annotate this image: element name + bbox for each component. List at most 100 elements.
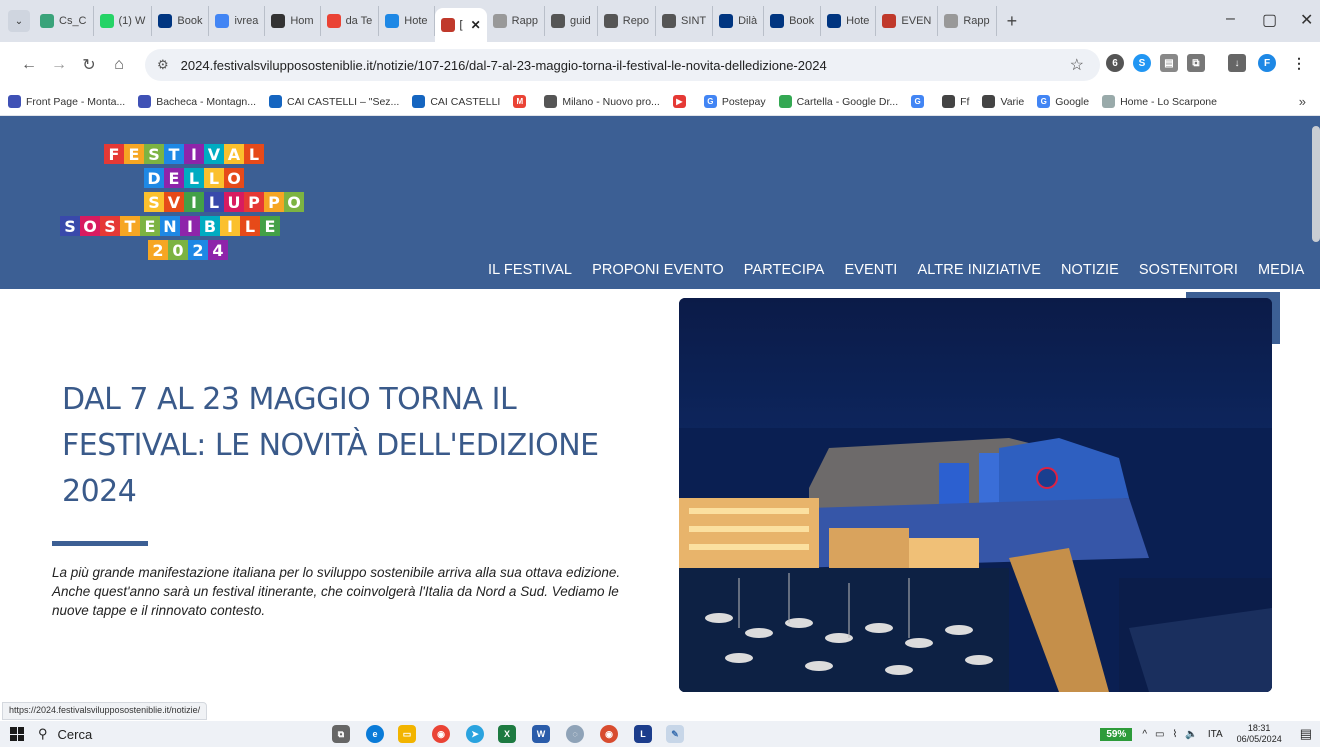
forward-icon[interactable]: → bbox=[44, 56, 74, 74]
reading-list-icon[interactable]: ▤ bbox=[1160, 54, 1178, 72]
bookmark-item[interactable]: Milano - Nuovo pro... bbox=[544, 95, 660, 108]
logo-letter: 4 bbox=[208, 240, 228, 260]
back-icon[interactable]: ← bbox=[14, 56, 44, 74]
bookmark-icon bbox=[269, 95, 283, 108]
battery-indicator[interactable]: 59% bbox=[1100, 727, 1133, 741]
minimize-button[interactable]: – bbox=[1226, 10, 1235, 28]
extension-icon[interactable]: 6 bbox=[1106, 54, 1124, 72]
tab-search-button[interactable]: ⌄ bbox=[8, 10, 30, 32]
logo-row: DELLO bbox=[144, 168, 244, 188]
chrome-icon[interactable]: ◉ bbox=[432, 725, 450, 743]
bookmark-item[interactable]: Front Page - Monta... bbox=[8, 95, 125, 108]
logo-letter: O bbox=[224, 168, 244, 188]
whatsapp-icon[interactable]: ◌ bbox=[566, 725, 584, 743]
language-indicator[interactable]: ITA bbox=[1208, 729, 1223, 740]
clock[interactable]: 18:31 06/05/2024 bbox=[1237, 723, 1282, 745]
close-window-button[interactable]: ✕ bbox=[1300, 10, 1313, 30]
nav-item[interactable]: EVENTI bbox=[844, 262, 897, 278]
bookmark-label: Cartella - Google Dr... bbox=[796, 95, 899, 108]
excel-icon[interactable]: X bbox=[498, 725, 516, 743]
bookmark-icon: G bbox=[1037, 95, 1051, 108]
tab[interactable]: Rapp bbox=[487, 6, 545, 36]
home-icon[interactable]: ⌂ bbox=[104, 56, 134, 74]
bookmark-item[interactable]: Home - Lo Scarpone bbox=[1102, 95, 1217, 108]
bookmark-item[interactable]: CAI CASTELLI bbox=[412, 95, 500, 108]
nav-item[interactable]: ALTRE INIZIATIVE bbox=[917, 262, 1041, 278]
tab[interactable]: Repo bbox=[598, 6, 657, 36]
tab[interactable]: Cs_C bbox=[34, 6, 94, 36]
tray-network-icon[interactable]: ▭ bbox=[1155, 729, 1164, 740]
tab-label: Hote bbox=[404, 15, 428, 27]
bookmark-item[interactable]: Varie bbox=[982, 95, 1024, 108]
tab[interactable]: SINT bbox=[656, 6, 714, 36]
bookmark-item[interactable]: Bacheca - Montagn... bbox=[138, 95, 256, 108]
nav-item[interactable]: IL FESTIVAL bbox=[488, 262, 572, 278]
bookmark-item[interactable]: ▶ bbox=[672, 95, 691, 108]
bookmark-icon bbox=[138, 95, 152, 108]
bookmark-item[interactable]: M bbox=[513, 95, 531, 108]
nav-item[interactable]: MEDIA bbox=[1258, 262, 1304, 278]
menu-icon[interactable]: ⋮ bbox=[1290, 54, 1308, 72]
bookmark-item[interactable]: CAI CASTELLI – "Sez... bbox=[269, 95, 399, 108]
nav-item[interactable]: PROPONI EVENTO bbox=[592, 262, 724, 278]
bookmark-item[interactable]: G Google bbox=[1037, 95, 1089, 108]
booking-icon bbox=[827, 14, 842, 28]
tab[interactable]: Hom bbox=[265, 6, 321, 36]
logo-letter: S bbox=[100, 216, 120, 236]
bookmark-item[interactable]: G bbox=[911, 95, 929, 108]
tray-chevron-icon[interactable]: ^ bbox=[1142, 729, 1147, 740]
start-icon[interactable] bbox=[10, 727, 24, 741]
nav-item[interactable]: SOSTENITORI bbox=[1139, 262, 1238, 278]
paint-icon[interactable]: ✎ bbox=[666, 725, 684, 743]
edge-icon[interactable]: e bbox=[366, 725, 384, 743]
telegram-icon[interactable]: ➤ bbox=[466, 725, 484, 743]
word-icon[interactable]: W bbox=[532, 725, 550, 743]
festival-icon bbox=[882, 14, 897, 28]
app-l-icon[interactable]: L bbox=[634, 725, 652, 743]
tab[interactable]: ivrea bbox=[209, 6, 266, 36]
profile-avatar[interactable]: F bbox=[1258, 54, 1276, 72]
tab-label: (1) W bbox=[118, 15, 146, 27]
tab[interactable]: Dilà bbox=[713, 6, 765, 36]
bookmark-item[interactable]: G Postepay bbox=[703, 95, 766, 108]
nav-item[interactable]: PARTECIPA bbox=[744, 262, 825, 278]
more-bookmarks-icon[interactable]: » bbox=[1299, 94, 1306, 109]
extensions-icon[interactable]: ⧉ bbox=[1187, 54, 1205, 72]
tray-wifi-icon[interactable]: ⌇ bbox=[1172, 729, 1177, 740]
tab[interactable]: guid bbox=[545, 6, 598, 36]
taskbar-search[interactable]: ⚲ Cerca bbox=[38, 726, 92, 742]
task-view-icon[interactable]: ⧉ bbox=[332, 725, 350, 743]
new-tab-button[interactable]: + bbox=[997, 11, 1028, 32]
bookmark-item[interactable]: Cartella - Google Dr... bbox=[778, 95, 899, 108]
tab[interactable]: Book bbox=[152, 6, 210, 36]
bookmark-star-icon[interactable]: ☆ bbox=[1070, 55, 1084, 75]
nav-item[interactable]: NOTIZIE bbox=[1061, 262, 1119, 278]
tab-active[interactable]: [✕ bbox=[434, 8, 487, 42]
skype-icon[interactable]: S bbox=[1133, 54, 1151, 72]
address-bar[interactable]: ⚙ 2024.festivalsviluppososteniblie.it/no… bbox=[145, 49, 1100, 81]
logo-letter: P bbox=[244, 192, 264, 212]
bookmark-item[interactable]: Ff bbox=[942, 95, 969, 108]
hiker-icon bbox=[40, 14, 54, 28]
tab[interactable]: Hote bbox=[379, 6, 435, 36]
festival-logo[interactable]: FESTIVALDELLOSVILUPPOSOSTENIBILE2024 bbox=[60, 144, 320, 279]
logo-letter: U bbox=[224, 192, 244, 212]
tab[interactable]: Book bbox=[764, 6, 822, 36]
tab[interactable]: EVEN bbox=[876, 6, 939, 36]
download-icon[interactable]: ↓ bbox=[1228, 54, 1246, 72]
notifications-icon[interactable]: ▤ bbox=[1300, 726, 1312, 742]
chrome-profile-icon[interactable]: ◉ bbox=[600, 725, 618, 743]
page-scrollbar[interactable] bbox=[1312, 126, 1320, 242]
tab-label: Cs_C bbox=[59, 15, 87, 27]
close-tab-icon[interactable]: ✕ bbox=[471, 18, 481, 32]
tray-volume-icon[interactable]: 🔈 bbox=[1185, 729, 1197, 740]
tab[interactable]: Rapp bbox=[938, 6, 997, 36]
tab[interactable]: Hote bbox=[821, 6, 877, 36]
site-info-icon[interactable]: ⚙ bbox=[157, 57, 169, 73]
file-explorer-icon[interactable]: ▭ bbox=[398, 725, 416, 743]
reload-icon[interactable]: ↻ bbox=[74, 55, 104, 75]
bookmark-label: Google bbox=[1055, 95, 1090, 108]
maximize-button[interactable]: ▢ bbox=[1262, 10, 1277, 30]
tab[interactable]: (1) W bbox=[94, 6, 153, 36]
tab[interactable]: da Te bbox=[321, 6, 380, 36]
